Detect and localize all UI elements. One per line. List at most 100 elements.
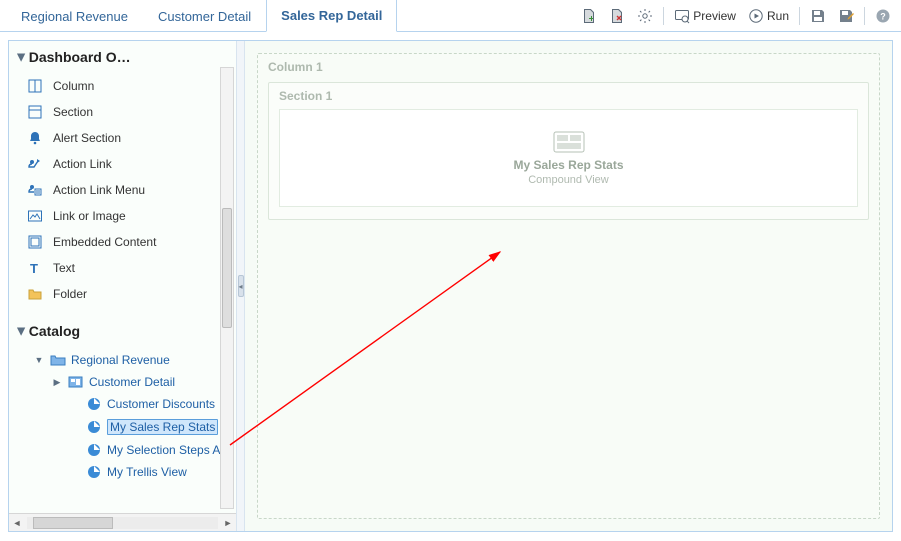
document-x-icon <box>609 8 625 24</box>
sidebar-vertical-scrollbar[interactable] <box>220 67 234 509</box>
dashboard-objects-list: Column Section Alert Section Action Link… <box>9 71 236 315</box>
embed-icon <box>25 234 45 250</box>
tab-customer-detail[interactable]: Customer Detail <box>143 0 266 32</box>
help-icon: ? <box>875 8 891 24</box>
catalog-item-my-sales-rep-stats[interactable]: My Sales Rep Stats <box>15 415 236 439</box>
catalog-title: Catalog <box>29 323 80 339</box>
object-embedded-content[interactable]: Embedded Content <box>15 229 236 255</box>
text-icon: T <box>25 260 45 276</box>
splitter-handle[interactable]: ◂ <box>237 41 245 531</box>
scrollbar-thumb[interactable] <box>33 517 113 529</box>
layout-canvas[interactable]: Column 1 Section 1 My Sales Rep Stats Co… <box>245 41 892 531</box>
tab-sales-rep-detail[interactable]: Sales Rep Detail <box>266 0 397 32</box>
object-action-link[interactable]: Action Link <box>15 151 236 177</box>
section-label: Section 1 <box>279 89 332 103</box>
sidebar-horizontal-scrollbar[interactable]: ◄ ► <box>9 513 236 531</box>
object-text[interactable]: T Text <box>15 255 236 281</box>
folder-open-icon <box>49 353 67 367</box>
column-label: Column 1 <box>268 60 323 74</box>
editor-toolbar: Preview Run ? <box>577 6 895 26</box>
column-container[interactable]: Column 1 Section 1 My Sales Rep Stats Co… <box>257 53 880 519</box>
action-icon <box>25 156 45 172</box>
tree-label: Customer Discounts <box>107 397 215 411</box>
bell-icon <box>25 130 45 146</box>
object-label: Action Link <box>53 157 112 171</box>
dashboard-folder-icon <box>67 375 85 389</box>
properties-button[interactable] <box>633 6 657 26</box>
analysis-icon <box>85 397 103 411</box>
object-label: Folder <box>53 287 87 301</box>
object-column[interactable]: Column <box>15 73 236 99</box>
catalog-folder-regional-revenue[interactable]: ▼ Regional Revenue <box>15 349 236 371</box>
sidebar: ▶ Dashboard O… Column Section Alert Sect… <box>9 41 237 531</box>
tree-label: My Trellis View <box>107 465 187 479</box>
preview-label: Preview <box>693 9 736 23</box>
object-label: Text <box>53 261 75 275</box>
catalog-folder-customer-detail[interactable]: ▶ Customer Detail <box>15 371 236 393</box>
svg-text:?: ? <box>880 11 886 21</box>
add-page-button[interactable] <box>577 6 601 26</box>
analysis-icon <box>85 465 103 479</box>
tab-regional-revenue[interactable]: Regional Revenue <box>6 0 143 32</box>
collapse-icon: ▶ <box>15 327 26 335</box>
object-label: Column <box>53 79 94 93</box>
section-icon <box>25 104 45 120</box>
object-label: Link or Image <box>53 209 126 223</box>
tile-subtitle: Compound View <box>528 174 609 186</box>
top-bar: Regional Revenue Customer Detail Sales R… <box>0 0 901 32</box>
svg-text:T: T <box>30 261 38 276</box>
folder-icon <box>25 286 45 302</box>
tree-label: Regional Revenue <box>71 353 170 367</box>
save-button[interactable] <box>806 6 830 26</box>
preview-button[interactable]: Preview <box>670 6 740 26</box>
catalog-tree: ▼ Regional Revenue ▶ Customer Detail Cus… <box>9 345 236 513</box>
toolbar-separator <box>663 7 664 25</box>
object-alert-section[interactable]: Alert Section <box>15 125 236 151</box>
action-menu-icon <box>25 182 45 198</box>
object-folder[interactable]: Folder <box>15 281 236 307</box>
preview-icon <box>674 8 690 24</box>
object-label: Action Link Menu <box>53 183 145 197</box>
object-label: Section <box>53 105 93 119</box>
gear-icon <box>637 8 653 24</box>
scroll-left-button[interactable]: ◄ <box>9 518 25 528</box>
catalog-item-my-trellis-view[interactable]: My Trellis View <box>15 461 236 483</box>
collapse-icon: ▶ <box>15 53 26 61</box>
expand-icon: ▶ <box>51 377 63 388</box>
tree-label: My Selection Steps A <box>107 443 220 457</box>
run-icon <box>748 8 764 24</box>
analysis-tile[interactable]: My Sales Rep Stats Compound View <box>279 109 858 207</box>
scrollbar-thumb[interactable] <box>222 208 232 328</box>
document-plus-icon <box>581 8 597 24</box>
compound-view-icon <box>553 131 585 156</box>
object-action-link-menu[interactable]: Action Link Menu <box>15 177 236 203</box>
help-button[interactable]: ? <box>871 6 895 26</box>
dashboard-objects-header[interactable]: ▶ Dashboard O… <box>9 41 236 71</box>
scroll-track[interactable] <box>27 517 218 529</box>
scroll-right-button[interactable]: ► <box>220 518 236 528</box>
tile-title: My Sales Rep Stats <box>513 158 623 172</box>
analysis-icon <box>85 443 103 457</box>
expand-icon: ▼ <box>33 355 45 365</box>
page-tabs: Regional Revenue Customer Detail Sales R… <box>6 0 397 32</box>
section-container[interactable]: Section 1 My Sales Rep Stats Compound Vi… <box>268 82 869 220</box>
column-icon <box>25 78 45 94</box>
delete-page-button[interactable] <box>605 6 629 26</box>
save-as-button[interactable] <box>834 6 858 26</box>
run-label: Run <box>767 9 789 23</box>
run-button[interactable]: Run <box>744 6 793 26</box>
catalog-item-my-selection-steps[interactable]: My Selection Steps A <box>15 439 236 461</box>
catalog-header[interactable]: ▶ Catalog <box>9 315 236 345</box>
object-label: Alert Section <box>53 131 121 145</box>
tree-label-selected: My Sales Rep Stats <box>107 419 218 435</box>
save-as-icon <box>838 8 854 24</box>
dashboard-objects-title: Dashboard O… <box>29 49 131 65</box>
object-label: Embedded Content <box>53 235 156 249</box>
object-link-or-image[interactable]: Link or Image <box>15 203 236 229</box>
grip-icon: ◂ <box>238 275 244 297</box>
object-section[interactable]: Section <box>15 99 236 125</box>
catalog-item-customer-discounts[interactable]: Customer Discounts <box>15 393 236 415</box>
tree-label: Customer Detail <box>89 375 175 389</box>
analysis-icon <box>85 420 103 434</box>
toolbar-separator <box>864 7 865 25</box>
